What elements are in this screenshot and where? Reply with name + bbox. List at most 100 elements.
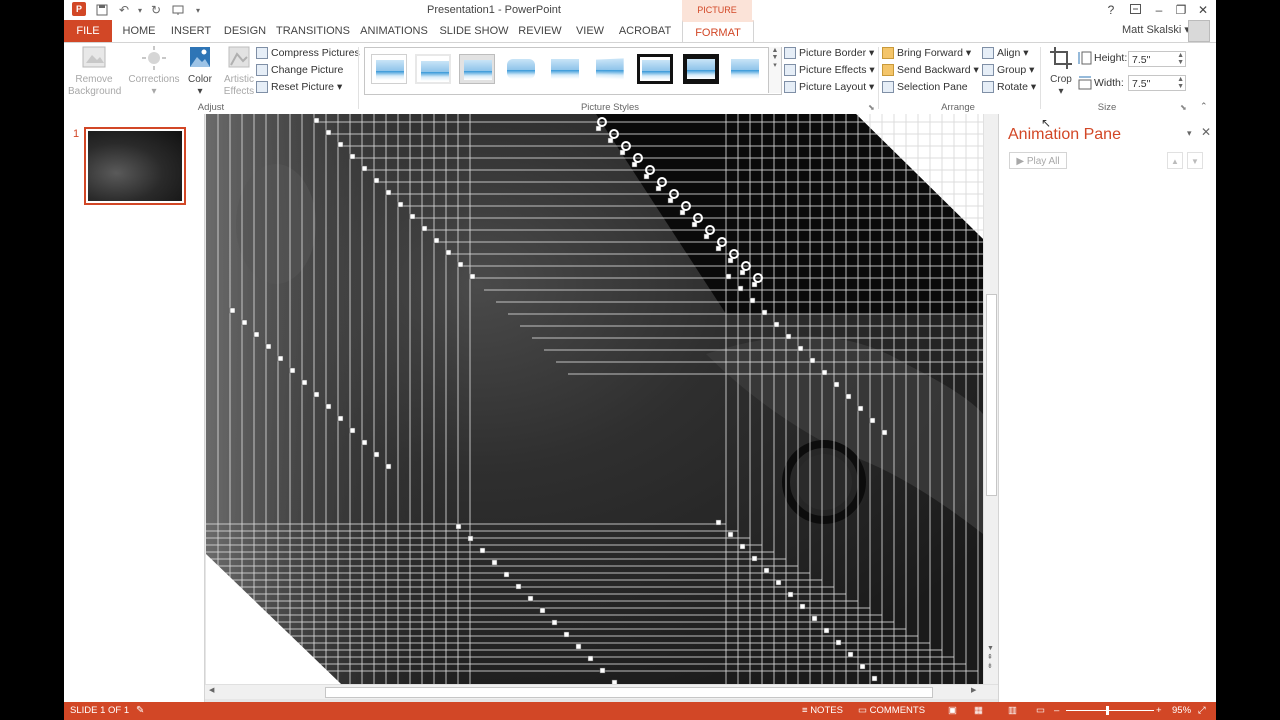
zoom-level[interactable]: 95%: [1172, 702, 1191, 720]
notes-button[interactable]: ≡ NOTES: [802, 702, 843, 720]
tab-file[interactable]: FILE: [64, 20, 112, 42]
undo-icon[interactable]: ↶: [116, 2, 132, 18]
scroll-right-icon[interactable]: ▶: [971, 686, 976, 694]
width-input[interactable]: 7.5" ▲ ▼: [1128, 75, 1186, 91]
slide-canvas[interactable]: [206, 114, 983, 684]
slide-show-icon[interactable]: ▭: [1036, 702, 1045, 720]
picture-layout-icon: [784, 81, 796, 94]
slide-thumbnail[interactable]: [84, 127, 186, 205]
picture-border-button[interactable]: Picture Border ▾: [784, 45, 875, 62]
zoom-slider[interactable]: [1066, 710, 1154, 711]
zoom-in-icon[interactable]: +: [1156, 702, 1162, 720]
zoom-out-icon[interactable]: –: [1054, 702, 1059, 720]
change-picture-button[interactable]: Change Picture: [256, 62, 360, 79]
slide-editor: ▼ ⇞ ⇟ ◀ ▶: [205, 114, 999, 702]
align-button[interactable]: Align ▾: [982, 45, 1036, 62]
user-name[interactable]: Matt Skalski ▾: [1122, 23, 1190, 36]
horizontal-scroll-thumb[interactable]: [325, 687, 933, 698]
height-input[interactable]: 7.5" ▲ ▼: [1128, 51, 1186, 67]
vertical-scrollbar[interactable]: ▼ ⇞ ⇟: [983, 114, 999, 684]
rotate-button[interactable]: Rotate ▾: [982, 79, 1036, 96]
fit-to-window-icon[interactable]: ⤢: [1198, 702, 1206, 720]
comments-button[interactable]: ▭ COMMENTS: [858, 702, 925, 720]
horizontal-scrollbar[interactable]: ◀ ▶: [205, 684, 998, 699]
reset-picture-button[interactable]: Reset Picture ▾: [256, 79, 360, 96]
picture-style-8[interactable]: [683, 54, 719, 84]
minimize-icon[interactable]: –: [1148, 1, 1170, 19]
selection-handle: [679, 209, 686, 216]
scroll-left-icon[interactable]: ◀: [209, 686, 214, 694]
picture-style-6[interactable]: [591, 54, 627, 84]
compress-pictures-button[interactable]: Compress Pictures: [256, 45, 360, 62]
close-pane-icon[interactable]: ✕: [1201, 125, 1211, 139]
selection-handle: [313, 391, 320, 398]
picture-layout-button[interactable]: Picture Layout ▾: [784, 79, 875, 96]
restore-icon[interactable]: ❐: [1170, 1, 1192, 19]
spell-check-icon[interactable]: ✎: [136, 702, 144, 720]
redo-icon[interactable]: ↻: [148, 2, 164, 18]
zoom-slider-thumb[interactable]: [1106, 706, 1109, 715]
tab-transitions[interactable]: TRANSITIONS: [276, 20, 350, 42]
undo-dropdown-icon[interactable]: ▾: [132, 2, 148, 18]
tab-view[interactable]: VIEW: [570, 20, 610, 42]
start-from-beginning-icon[interactable]: [170, 2, 186, 18]
picture-style-3[interactable]: [459, 54, 495, 84]
size-launcher-icon[interactable]: ⬊: [1180, 103, 1187, 112]
mri-picture-stack[interactable]: [206, 114, 983, 684]
gallery-scroll-control[interactable]: ▲ ▼ ▾: [768, 47, 781, 93]
width-spinner-icon[interactable]: ▲ ▼: [1177, 76, 1184, 90]
selection-handle: [847, 651, 854, 658]
mouse-cursor-icon: ↖: [1041, 116, 1052, 130]
tab-acrobat[interactable]: ACROBAT: [616, 20, 674, 42]
selection-handle: [823, 627, 830, 634]
tab-design[interactable]: DESIGN: [220, 20, 270, 42]
picture-style-1[interactable]: [371, 54, 407, 84]
vertical-scroll-thumb[interactable]: [986, 294, 997, 496]
help-button[interactable]: ?: [1100, 1, 1122, 19]
picture-effects-button[interactable]: Picture Effects ▾: [784, 62, 875, 79]
color-button[interactable]: Color ▾: [182, 45, 218, 98]
tab-home[interactable]: HOME: [118, 20, 160, 42]
collapse-ribbon-icon[interactable]: ⌃: [1200, 101, 1208, 112]
customize-qat-icon[interactable]: ▾: [190, 2, 206, 18]
move-down-icon[interactable]: ▼: [1187, 152, 1203, 169]
artistic-effects-button[interactable]: Artistic Effects: [218, 45, 260, 98]
picture-styles-launcher-icon[interactable]: ⬊: [868, 103, 875, 112]
picture-styles-gallery[interactable]: [364, 47, 782, 95]
picture-style-2[interactable]: [415, 54, 451, 84]
title-bar: P ↶ ▾ ↻ ▾ Presentation1 - PowerPoint ? –…: [64, 0, 1216, 20]
play-all-button[interactable]: ▶ Play All: [1009, 152, 1067, 169]
ribbon-display-options-icon[interactable]: [1124, 1, 1146, 19]
picture-style-4[interactable]: [503, 54, 539, 84]
avatar[interactable]: [1188, 20, 1210, 42]
powerpoint-window: P ↶ ▾ ↻ ▾ Presentation1 - PowerPoint ? –…: [64, 0, 1216, 720]
height-spinner-icon[interactable]: ▲ ▼: [1177, 52, 1184, 66]
selection-handle: [349, 427, 356, 434]
selection-handle: [751, 555, 758, 562]
bring-forward-button[interactable]: Bring Forward ▾: [882, 45, 979, 62]
scroll-nav-icon[interactable]: ▼ ⇞ ⇟: [987, 644, 994, 671]
remove-background-button[interactable]: Remove Background: [68, 45, 121, 98]
tab-animations[interactable]: ANIMATIONS: [358, 20, 430, 42]
selection-pane-button[interactable]: Selection Pane: [882, 79, 979, 96]
send-backward-button[interactable]: Send Backward ▾: [882, 62, 979, 79]
picture-style-5[interactable]: [547, 54, 583, 84]
tab-slide-show[interactable]: SLIDE SHOW: [438, 20, 510, 42]
reading-view-icon[interactable]: ▥: [1008, 702, 1017, 720]
group-button[interactable]: Group ▾: [982, 62, 1036, 79]
tab-review[interactable]: REVIEW: [516, 20, 564, 42]
pane-options-icon[interactable]: ▾: [1187, 128, 1192, 139]
save-icon[interactable]: [94, 2, 110, 18]
crop-button[interactable]: Crop ▾: [1044, 45, 1078, 98]
tab-insert[interactable]: INSERT: [168, 20, 214, 42]
slide-sorter-icon[interactable]: ▦: [974, 702, 983, 720]
normal-view-icon[interactable]: ▣: [948, 702, 957, 720]
picture-style-7[interactable]: [637, 54, 673, 84]
selection-handle: [787, 591, 794, 598]
move-up-icon[interactable]: ▲: [1167, 152, 1183, 169]
close-icon[interactable]: ✕: [1192, 1, 1214, 19]
corrections-button[interactable]: Corrections ▾: [126, 45, 182, 98]
picture-style-9[interactable]: [727, 54, 763, 84]
selection-handle: [821, 369, 828, 376]
tab-format[interactable]: FORMAT: [682, 20, 754, 44]
